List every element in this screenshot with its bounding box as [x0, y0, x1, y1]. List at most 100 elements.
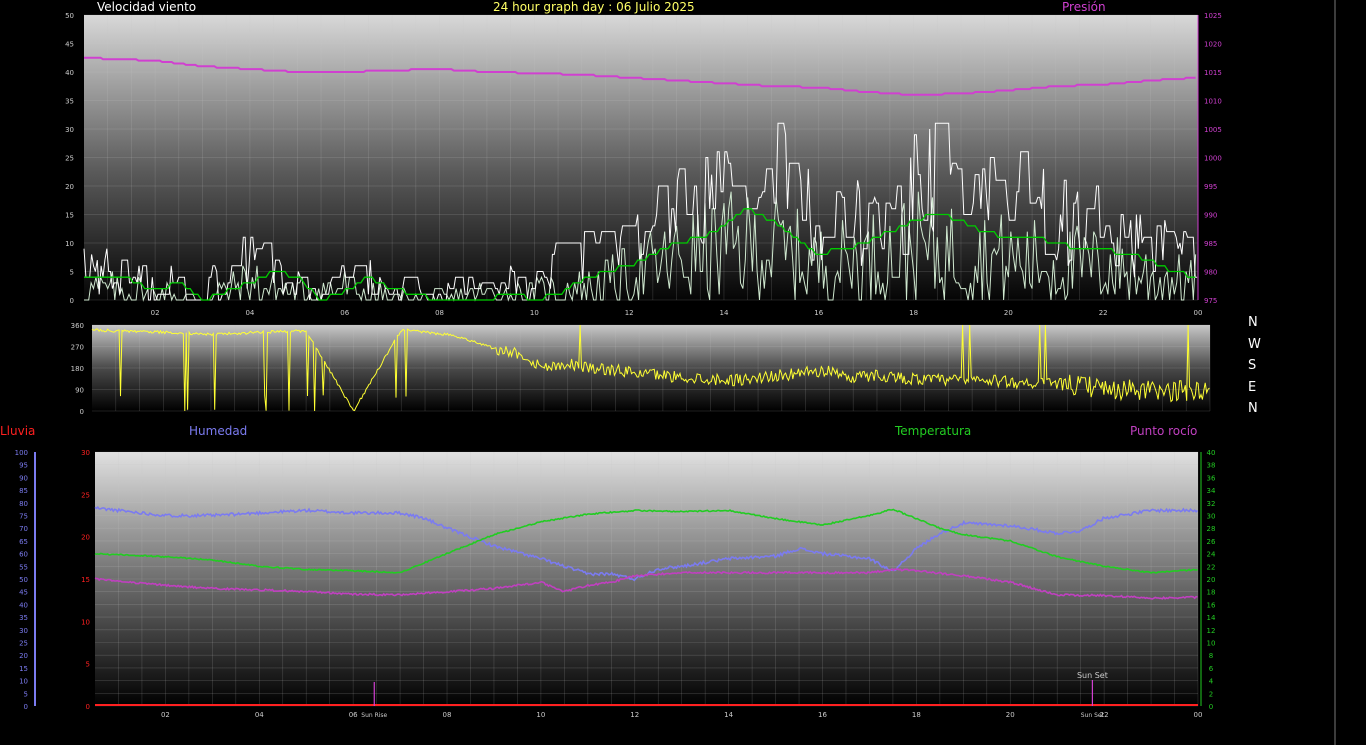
x-tick-label: 18 — [912, 711, 921, 719]
y-tick-label: 180 — [71, 365, 84, 373]
y-tick-label: 270 — [71, 344, 84, 352]
y2-tick-label: 985 — [1204, 240, 1217, 248]
humidity-tick-label: 0 — [24, 703, 28, 711]
rain-tick-label: 15 — [81, 576, 90, 584]
x-tick-label: 14 — [719, 309, 728, 317]
rain-tick-label: 5 — [86, 661, 90, 669]
temp-tick-label: 4 — [1209, 678, 1214, 686]
humidity-tick-label: 35 — [19, 614, 28, 622]
y-tick-label: 20 — [65, 183, 74, 191]
y-tick-label: 10 — [65, 240, 74, 248]
y2-tick-label: 975 — [1204, 297, 1217, 305]
weather-charts: 02 04 06 08 10 12 14 16 18 20 22 0002 04 06 08 10 12 14 16… — [15, 0, 1336, 745]
y2-tick-label: 1005 — [1204, 126, 1222, 134]
temp-tick-label: 34 — [1207, 487, 1216, 495]
x-tick-label: 06 — [340, 309, 349, 317]
x-tick-label: 02 — [151, 309, 160, 317]
temp-tick-label: 0 — [1209, 703, 1213, 711]
humidity-tick-label: 10 — [19, 678, 28, 686]
x-tick-label: 08 — [443, 711, 452, 719]
humidity-tick-label: 95 — [19, 462, 28, 470]
temp-tick-label: 18 — [1207, 589, 1216, 597]
sunset-label: Sun Set — [1077, 671, 1108, 680]
x-tick-label: 12 — [625, 309, 634, 317]
temp-tick-label: 32 — [1207, 500, 1216, 508]
y-tick-label: 360 — [71, 322, 84, 330]
sunrise-label: Sun Rise — [361, 712, 387, 719]
x-tick-label: 08 — [435, 309, 444, 317]
temp-tick-label: 40 — [1207, 449, 1216, 457]
temp-tick-label: 24 — [1207, 551, 1216, 559]
y2-tick-label: 1000 — [1204, 155, 1222, 163]
temp-tick-label: 28 — [1207, 525, 1216, 533]
y-tick-label: 15 — [65, 212, 74, 220]
x-tick-label: 00 — [1194, 711, 1203, 719]
sunset-bottom-label: Sun Set — [1081, 712, 1105, 719]
humidity-tick-label: 15 — [19, 665, 28, 673]
humidity-tick-label: 55 — [19, 563, 28, 571]
rain-tick-label: 20 — [81, 534, 90, 542]
y-tick-label: 90 — [75, 387, 84, 395]
x-tick-label: 16 — [814, 309, 823, 317]
temp-tick-label: 6 — [1209, 665, 1214, 673]
y-tick-label: 30 — [65, 126, 74, 134]
x-tick-label: 04 — [255, 711, 264, 719]
y-tick-label: 5 — [70, 269, 74, 277]
x-tick-label: 20 — [1006, 711, 1015, 719]
y2-tick-label: 1025 — [1204, 12, 1222, 20]
temp-tick-label: 2 — [1209, 690, 1213, 698]
humidity-tick-label: 25 — [19, 640, 28, 648]
rain-tick-label: 30 — [81, 449, 90, 457]
y-tick-label: 0 — [80, 408, 84, 416]
x-tick-label: 10 — [536, 711, 545, 719]
temp-tick-label: 38 — [1207, 462, 1216, 470]
x-tick-label: 00 — [1194, 309, 1203, 317]
y2-tick-label: 995 — [1204, 183, 1217, 191]
x-tick-label: 22 — [1099, 309, 1108, 317]
humidity-tick-label: 70 — [19, 525, 28, 533]
rain-tick-label: 25 — [81, 491, 90, 499]
y-tick-label: 35 — [65, 98, 74, 106]
humidity-tick-label: 20 — [19, 652, 28, 660]
humidity-tick-label: 85 — [19, 487, 28, 495]
y-tick-label: 50 — [65, 12, 74, 20]
x-tick-label: 02 — [161, 711, 170, 719]
x-tick-label: 14 — [724, 711, 733, 719]
y-tick-label: 45 — [65, 41, 74, 49]
y-tick-label: 40 — [65, 69, 74, 77]
humidity-tick-label: 65 — [19, 538, 28, 546]
temp-tick-label: 8 — [1209, 652, 1213, 660]
temp-tick-label: 12 — [1207, 627, 1216, 635]
y2-tick-label: 980 — [1204, 269, 1217, 277]
x-tick-label: 12 — [630, 711, 639, 719]
y2-tick-label: 1020 — [1204, 41, 1222, 49]
humidity-tick-label: 30 — [19, 627, 28, 635]
rain-tick-label: 10 — [81, 618, 90, 626]
humidity-tick-label: 90 — [19, 474, 28, 482]
temp-tick-label: 26 — [1207, 538, 1216, 546]
humidity-tick-label: 60 — [19, 551, 28, 559]
humidity-tick-label: 40 — [19, 601, 28, 609]
y2-tick-label: 990 — [1204, 212, 1217, 220]
temp-tick-label: 36 — [1207, 474, 1216, 482]
temp-tick-label: 10 — [1207, 640, 1216, 648]
y2-tick-label: 1015 — [1204, 69, 1222, 77]
temp-tick-label: 16 — [1207, 601, 1216, 609]
humidity-tick-label: 100 — [15, 449, 28, 457]
x-tick-label: 04 — [245, 309, 254, 317]
rain-tick-label: 0 — [86, 703, 90, 711]
temp-tick-label: 20 — [1207, 576, 1216, 584]
y-tick-label: 25 — [65, 155, 74, 163]
x-tick-label: 06 — [349, 711, 358, 719]
x-tick-label: 20 — [1004, 309, 1013, 317]
humidity-tick-label: 5 — [24, 690, 28, 698]
humidity-tick-label: 75 — [19, 513, 28, 521]
y-tick-label: 0 — [70, 297, 74, 305]
y2-tick-label: 1010 — [1204, 98, 1222, 106]
humidity-tick-label: 50 — [19, 576, 28, 584]
humidity-tick-label: 45 — [19, 589, 28, 597]
temp-tick-label: 30 — [1207, 513, 1216, 521]
x-tick-label: 18 — [909, 309, 918, 317]
temp-tick-label: 14 — [1207, 614, 1216, 622]
temp-tick-label: 22 — [1207, 563, 1216, 571]
